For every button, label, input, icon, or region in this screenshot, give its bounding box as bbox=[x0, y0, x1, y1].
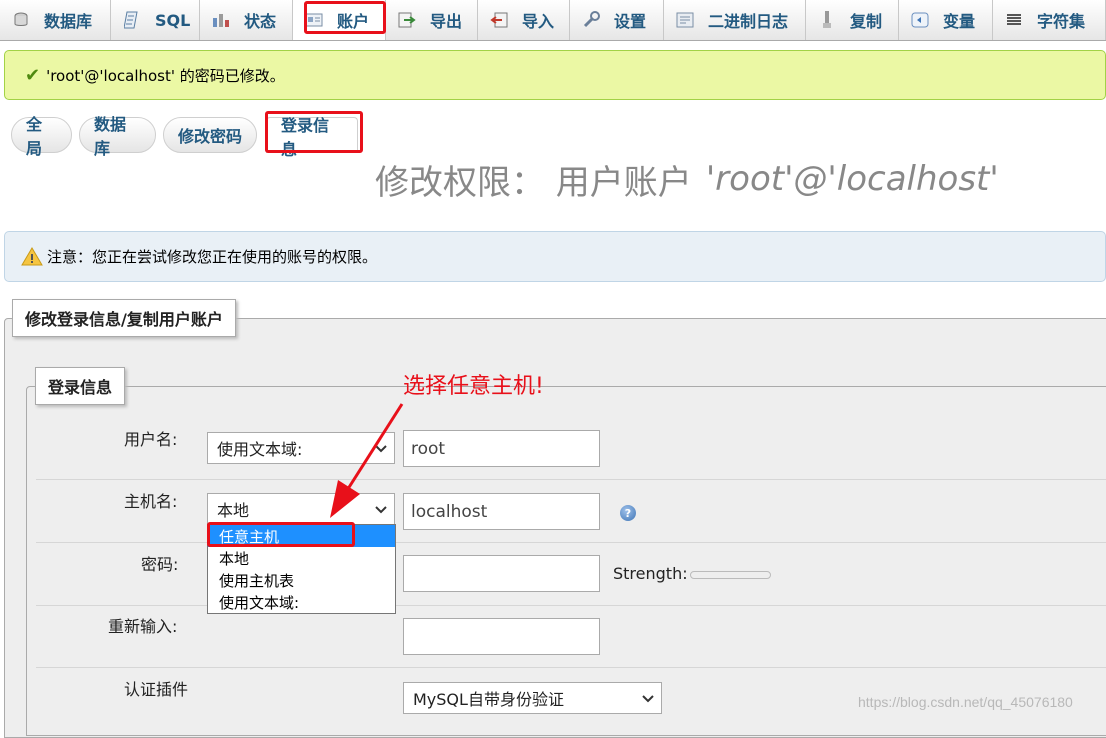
page-title-account: 'root'@'localhost' bbox=[705, 159, 999, 199]
username-label: 用户名: bbox=[124, 430, 178, 449]
tab-status[interactable]: 状态 bbox=[200, 0, 293, 40]
fieldset-legend-inner: 登录信息 bbox=[35, 367, 126, 405]
tab-label: 设置 bbox=[614, 12, 647, 31]
page-title-prefix: 修改权限： 用户账户 bbox=[375, 162, 692, 203]
host-option-any[interactable]: 任意主机 bbox=[208, 525, 395, 547]
subtab-label: 全局 bbox=[26, 115, 43, 158]
tab-label: 导出 bbox=[430, 12, 463, 31]
select-value: MySQL自带身份验证 bbox=[413, 690, 564, 709]
subtab-database[interactable]: 数据库 bbox=[79, 115, 156, 158]
notice-message: 注意：您正在尝试修改您正在使用的账号的权限。 bbox=[4, 231, 1106, 282]
password-input[interactable] bbox=[403, 555, 600, 592]
select-value: 使用文本域: bbox=[217, 440, 303, 459]
subtab-label: 修改密码 bbox=[178, 127, 243, 146]
subtab-login-info[interactable]: 登录信息 bbox=[266, 116, 358, 159]
watermark: https://blog.csdn.net/qq_45076180 bbox=[858, 694, 1073, 710]
row-divider bbox=[36, 667, 1106, 668]
row-divider bbox=[36, 542, 1106, 543]
retype-label: 重新输入: bbox=[108, 617, 178, 636]
auth-plugin-select[interactable]: MySQL自带身份验证 bbox=[403, 682, 662, 714]
chevron-down-icon bbox=[374, 441, 388, 460]
success-message: ✔ 'root'@'localhost' 的密码已修改。 bbox=[4, 50, 1106, 100]
binlog-icon bbox=[676, 12, 694, 28]
password-strength-meter bbox=[690, 571, 771, 579]
variables-icon bbox=[911, 12, 929, 28]
export-icon bbox=[398, 12, 416, 28]
sql-icon bbox=[123, 11, 141, 29]
tab-label: 数据库 bbox=[44, 12, 93, 31]
row-divider bbox=[36, 479, 1106, 480]
tab-export[interactable]: 导出 bbox=[386, 0, 478, 40]
fieldset-legend-outer: 修改登录信息/复制用户账户 bbox=[12, 299, 236, 337]
charset-icon bbox=[1005, 12, 1023, 28]
host-input[interactable]: localhost bbox=[403, 493, 600, 530]
tab-import[interactable]: 导入 bbox=[478, 0, 570, 40]
replication-icon bbox=[818, 11, 836, 28]
tab-databases[interactable]: 数据库 bbox=[0, 0, 111, 40]
select-value: 本地 bbox=[217, 501, 250, 520]
checkmark-icon: ✔ bbox=[25, 64, 41, 86]
auth-plugin-label: 认证插件 bbox=[124, 680, 189, 699]
accounts-icon bbox=[305, 12, 323, 28]
tab-label: 二进制日志 bbox=[708, 12, 789, 31]
host-dropdown-list: 任意主机 本地 使用主机表 使用文本域: bbox=[207, 524, 396, 614]
username-input[interactable]: root bbox=[403, 430, 600, 467]
tab-label: 变量 bbox=[943, 12, 976, 31]
host-option-local[interactable]: 本地 bbox=[208, 547, 395, 569]
tab-accounts[interactable]: 账户 bbox=[293, 0, 386, 40]
warning-icon bbox=[21, 247, 43, 266]
tab-label: 状态 bbox=[244, 12, 277, 31]
tab-label: 字符集 bbox=[1037, 12, 1086, 31]
host-option-text-field[interactable]: 使用文本域: bbox=[208, 591, 395, 613]
tab-variables[interactable]: 变量 bbox=[899, 0, 993, 40]
help-icon[interactable]: ? bbox=[620, 505, 636, 521]
username-type-select[interactable]: 使用文本域: bbox=[207, 432, 395, 464]
chevron-down-icon bbox=[641, 691, 655, 710]
host-option-host-table[interactable]: 使用主机表 bbox=[208, 569, 395, 591]
retype-password-input[interactable] bbox=[403, 618, 600, 655]
subtab-label: 数据库 bbox=[94, 115, 127, 158]
host-type-select[interactable]: 本地 bbox=[207, 493, 395, 525]
status-icon bbox=[212, 12, 230, 28]
page-title: 修改权限： 用户账户 'root'@'localhost' bbox=[375, 154, 999, 204]
tab-label: 复制 bbox=[850, 12, 883, 31]
subtab-change-password[interactable]: 修改密码 bbox=[163, 117, 257, 153]
tab-binlog[interactable]: 二进制日志 bbox=[664, 0, 806, 40]
database-icon bbox=[12, 12, 30, 28]
password-label: 密码: bbox=[141, 555, 179, 574]
settings-icon bbox=[582, 11, 600, 28]
annotation-text: 选择任意主机! bbox=[403, 374, 544, 399]
tab-charset[interactable]: 字符集 bbox=[993, 0, 1106, 40]
notice-text: 注意：您正在尝试修改您正在使用的账号的权限。 bbox=[47, 248, 378, 266]
top-navigation: 数据库 SQL 状态 账户 导出 导入 设置 二进制日志 复制 变量 字符集 bbox=[0, 0, 1106, 41]
success-text: 'root'@'localhost' 的密码已修改。 bbox=[46, 66, 285, 85]
tab-settings[interactable]: 设置 bbox=[570, 0, 664, 40]
row-divider bbox=[36, 605, 1106, 606]
tab-sql[interactable]: SQL bbox=[111, 0, 200, 40]
chevron-down-icon bbox=[374, 502, 388, 521]
subtab-label: 登录信息 bbox=[281, 115, 330, 159]
host-label: 主机名: bbox=[124, 492, 178, 511]
tab-label: 账户 bbox=[337, 12, 370, 31]
tab-replication[interactable]: 复制 bbox=[806, 0, 899, 40]
import-icon bbox=[490, 12, 508, 28]
subtab-global[interactable]: 全局 bbox=[11, 115, 72, 158]
strength-label: Strength: bbox=[613, 564, 688, 583]
tab-label: SQL bbox=[155, 10, 191, 30]
tab-label: 导入 bbox=[522, 12, 555, 31]
